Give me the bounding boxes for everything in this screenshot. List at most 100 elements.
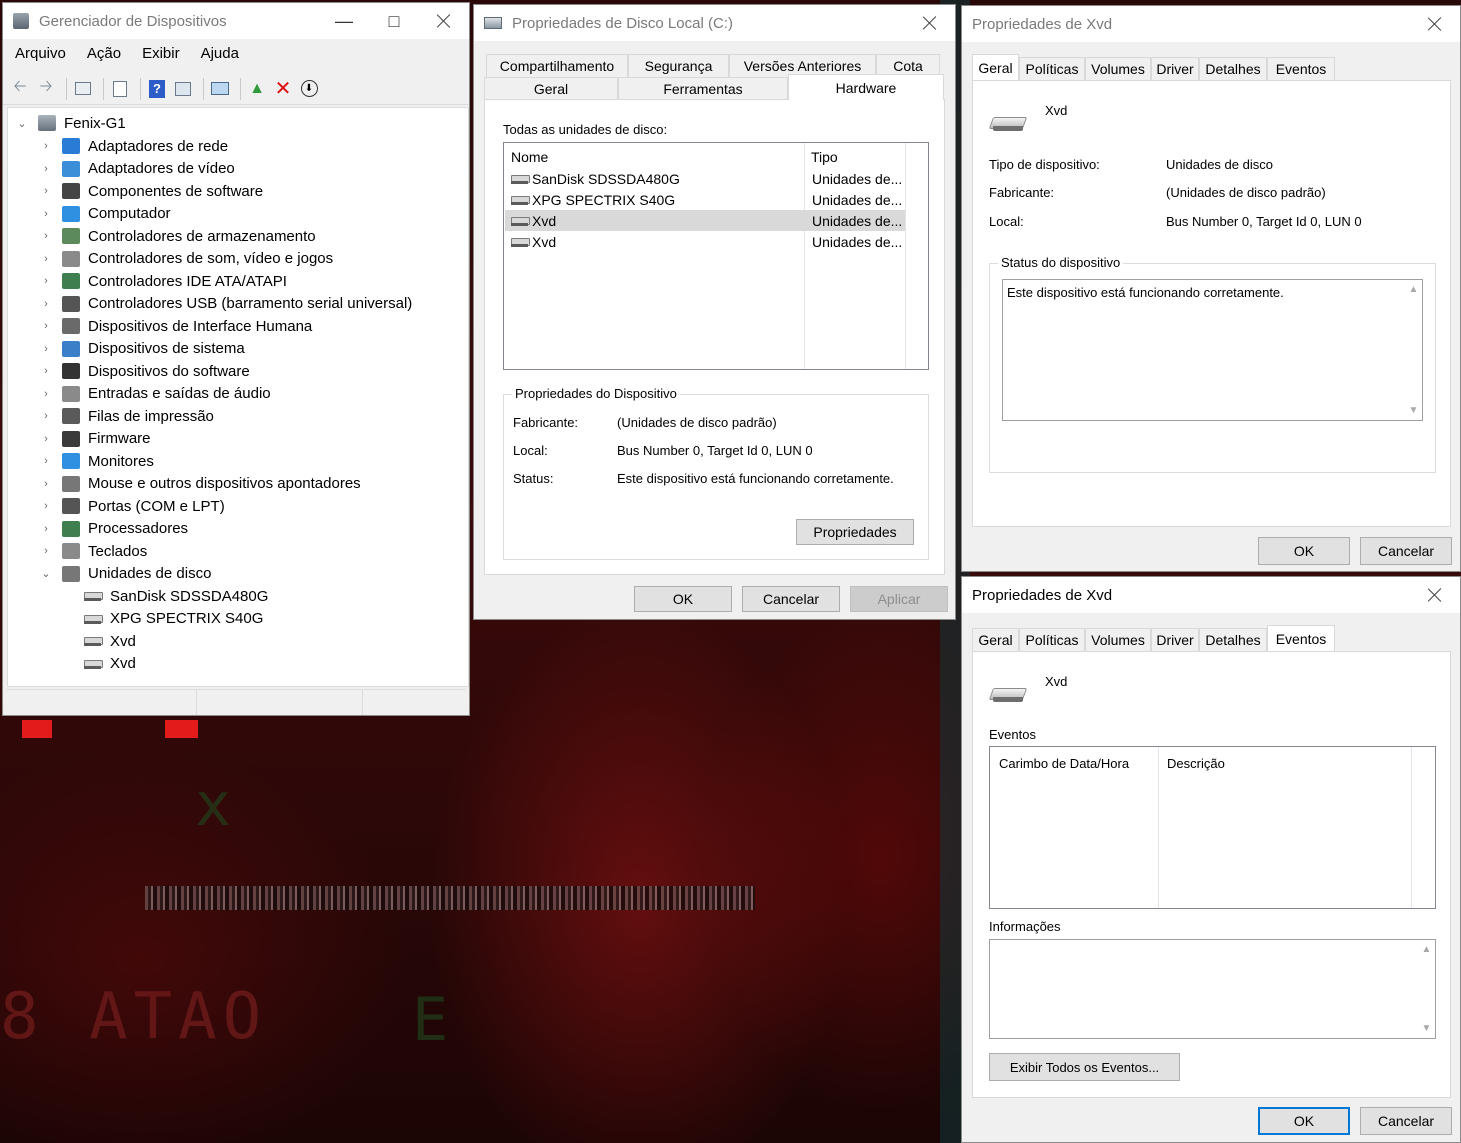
tree-category[interactable]: › Adaptadores de rede <box>40 135 228 157</box>
tab-driver[interactable]: Driver <box>1151 628 1199 651</box>
info-textbox[interactable]: ▲ ▼ <box>989 939 1436 1039</box>
chevron-down-icon[interactable]: ⌄ <box>40 567 52 580</box>
col-header-description[interactable]: Descrição <box>1167 756 1225 771</box>
tab-politicas[interactable]: Políticas <box>1019 628 1085 651</box>
chevron-right-icon[interactable]: › <box>40 478 52 490</box>
resources-view-icon[interactable] <box>172 78 194 100</box>
device-manager-titlebar[interactable]: Gerenciador de Dispositivos — □ <box>3 3 469 39</box>
tree-disk-item[interactable]: SanDisk SDSSDA480G <box>84 585 268 607</box>
chevron-right-icon[interactable]: › <box>40 455 52 467</box>
scroll-down-icon[interactable]: ▼ <box>1405 405 1422 416</box>
tree-category[interactable]: › Dispositivos de sistema <box>40 338 245 360</box>
close-icon[interactable] <box>1410 577 1460 613</box>
cancel-button[interactable]: Cancelar <box>1360 537 1452 565</box>
device-view-icon[interactable] <box>72 78 94 100</box>
chevron-right-icon[interactable]: › <box>40 365 52 377</box>
tab-seguranca[interactable]: Segurança <box>628 54 729 77</box>
tab-eventos[interactable]: Eventos <box>1267 625 1335 651</box>
disk-row[interactable]: Xvd Unidades de... <box>505 210 905 231</box>
chevron-right-icon[interactable]: › <box>40 545 52 557</box>
tree-category[interactable]: › Adaptadores de vídeo <box>40 158 235 180</box>
menu-exibir[interactable]: Exibir <box>142 45 180 69</box>
chevron-right-icon[interactable]: › <box>40 230 52 242</box>
tab-geral[interactable]: Geral <box>972 54 1019 80</box>
chevron-right-icon[interactable]: › <box>40 275 52 287</box>
chevron-right-icon[interactable]: › <box>40 343 52 355</box>
disk-row[interactable]: SanDisk SDSSDA480G Unidades de... <box>505 168 905 189</box>
chevron-right-icon[interactable]: › <box>40 298 52 310</box>
status-scrollbar[interactable]: ▲ ▼ <box>1405 280 1422 420</box>
tree-category[interactable]: › Portas (COM e LPT) <box>40 495 225 517</box>
menu-arquivo[interactable]: Arquivo <box>15 45 66 69</box>
disk-row[interactable]: XPG SPECTRIX S40G Unidades de... <box>505 189 905 210</box>
tree-category[interactable]: › Controladores IDE ATA/ATAPI <box>40 270 287 292</box>
tree-category[interactable]: › Mouse e outros dispositivos apontadores <box>40 473 361 495</box>
close-icon[interactable] <box>1410 6 1460 42</box>
close-icon[interactable] <box>419 3 469 39</box>
maximize-icon[interactable]: □ <box>369 3 419 39</box>
chevron-right-icon[interactable]: › <box>40 140 52 152</box>
scan-hardware-icon[interactable] <box>209 78 231 100</box>
tree-category[interactable]: › Entradas e saídas de áudio <box>40 383 270 405</box>
tree-category[interactable]: › Componentes de software <box>40 180 263 202</box>
disk-list-view[interactable]: Nome Tipo SanDisk SDSSDA480G Unidades de.… <box>503 142 929 370</box>
apply-button[interactable]: Aplicar <box>850 586 948 612</box>
uninstall-device-icon[interactable]: ✕ <box>272 78 294 100</box>
cancel-button[interactable]: Cancelar <box>1360 1107 1452 1135</box>
events-list-view[interactable]: Carimbo de Data/Hora Descrição <box>989 746 1436 909</box>
tree-category[interactable]: › Firmware <box>40 428 150 450</box>
show-all-events-button[interactable]: Exibir Todos os Eventos... <box>989 1053 1180 1081</box>
tree-category[interactable]: › Monitores <box>40 450 154 472</box>
tree-root[interactable]: ⌄ Fenix-G1 <box>16 112 125 134</box>
chevron-right-icon[interactable]: › <box>40 253 52 265</box>
tab-politicas[interactable]: Políticas <box>1019 57 1085 80</box>
chevron-right-icon[interactable]: › <box>40 320 52 332</box>
chevron-right-icon[interactable]: › <box>40 500 52 512</box>
col-header-timestamp[interactable]: Carimbo de Data/Hora <box>999 756 1129 771</box>
forward-arrow-icon[interactable]: 🡢 <box>35 78 57 100</box>
properties-button[interactable]: Propriedades <box>796 519 914 545</box>
menu-ajuda[interactable]: Ajuda <box>201 45 239 69</box>
ok-button[interactable]: OK <box>1258 1107 1350 1135</box>
tab-hardware[interactable]: Hardware <box>788 74 944 100</box>
tab-volumes[interactable]: Volumes <box>1085 628 1151 651</box>
tree-category[interactable]: › Dispositivos de Interface Humana <box>40 315 312 337</box>
tab-detalhes[interactable]: Detalhes <box>1199 628 1267 651</box>
chevron-right-icon[interactable]: › <box>40 523 52 535</box>
tab-eventos[interactable]: Eventos <box>1267 57 1335 80</box>
ok-button[interactable]: OK <box>634 586 732 612</box>
scroll-down-icon[interactable]: ▼ <box>1418 1023 1435 1034</box>
chevron-right-icon[interactable]: › <box>40 433 52 445</box>
chevron-right-icon[interactable]: › <box>40 410 52 422</box>
minimize-icon[interactable]: — <box>319 3 369 39</box>
tree-category[interactable]: › Filas de impressão <box>40 405 214 427</box>
close-icon[interactable] <box>905 5 955 41</box>
xvd-general-titlebar[interactable]: Propriedades de Xvd <box>962 6 1460 42</box>
tree-disk-item[interactable]: XPG SPECTRIX S40G <box>84 608 263 630</box>
disk-properties-titlebar[interactable]: Propriedades de Disco Local (C:) <box>474 5 955 41</box>
update-driver-icon[interactable]: ▲ <box>246 78 268 100</box>
tab-ferramentas[interactable]: Ferramentas <box>618 77 788 100</box>
menu-acao[interactable]: Ação <box>87 45 121 69</box>
ok-button[interactable]: OK <box>1258 537 1350 565</box>
back-arrow-icon[interactable]: 🡠 <box>9 78 31 100</box>
tab-driver[interactable]: Driver <box>1151 57 1199 80</box>
help-icon[interactable]: ? <box>146 78 168 100</box>
tab-volumes[interactable]: Volumes <box>1085 57 1151 80</box>
device-status-textbox[interactable]: Este dispositivo está funcionando corret… <box>1002 279 1423 421</box>
xvd-events-titlebar[interactable]: Propriedades de Xvd <box>962 577 1460 613</box>
tree-category[interactable]: › Controladores USB (barramento serial un… <box>40 293 412 315</box>
tree-category[interactable]: › Computador <box>40 203 170 225</box>
scroll-up-icon[interactable]: ▲ <box>1418 944 1435 955</box>
cancel-button[interactable]: Cancelar <box>742 586 840 612</box>
chevron-right-icon[interactable]: › <box>40 388 52 400</box>
tree-category[interactable]: ⌄ Unidades de disco <box>40 563 211 585</box>
scroll-up-icon[interactable]: ▲ <box>1405 284 1422 295</box>
tree-category[interactable]: › Dispositivos do software <box>40 360 250 382</box>
tab-detalhes[interactable]: Detalhes <box>1199 57 1267 80</box>
col-header-name[interactable]: Nome <box>511 149 548 165</box>
chevron-right-icon[interactable]: › <box>40 208 52 220</box>
disk-row[interactable]: Xvd Unidades de... <box>505 231 905 252</box>
tree-category[interactable]: › Controladores de som, vídeo e jogos <box>40 248 333 270</box>
chevron-right-icon[interactable]: › <box>40 185 52 197</box>
